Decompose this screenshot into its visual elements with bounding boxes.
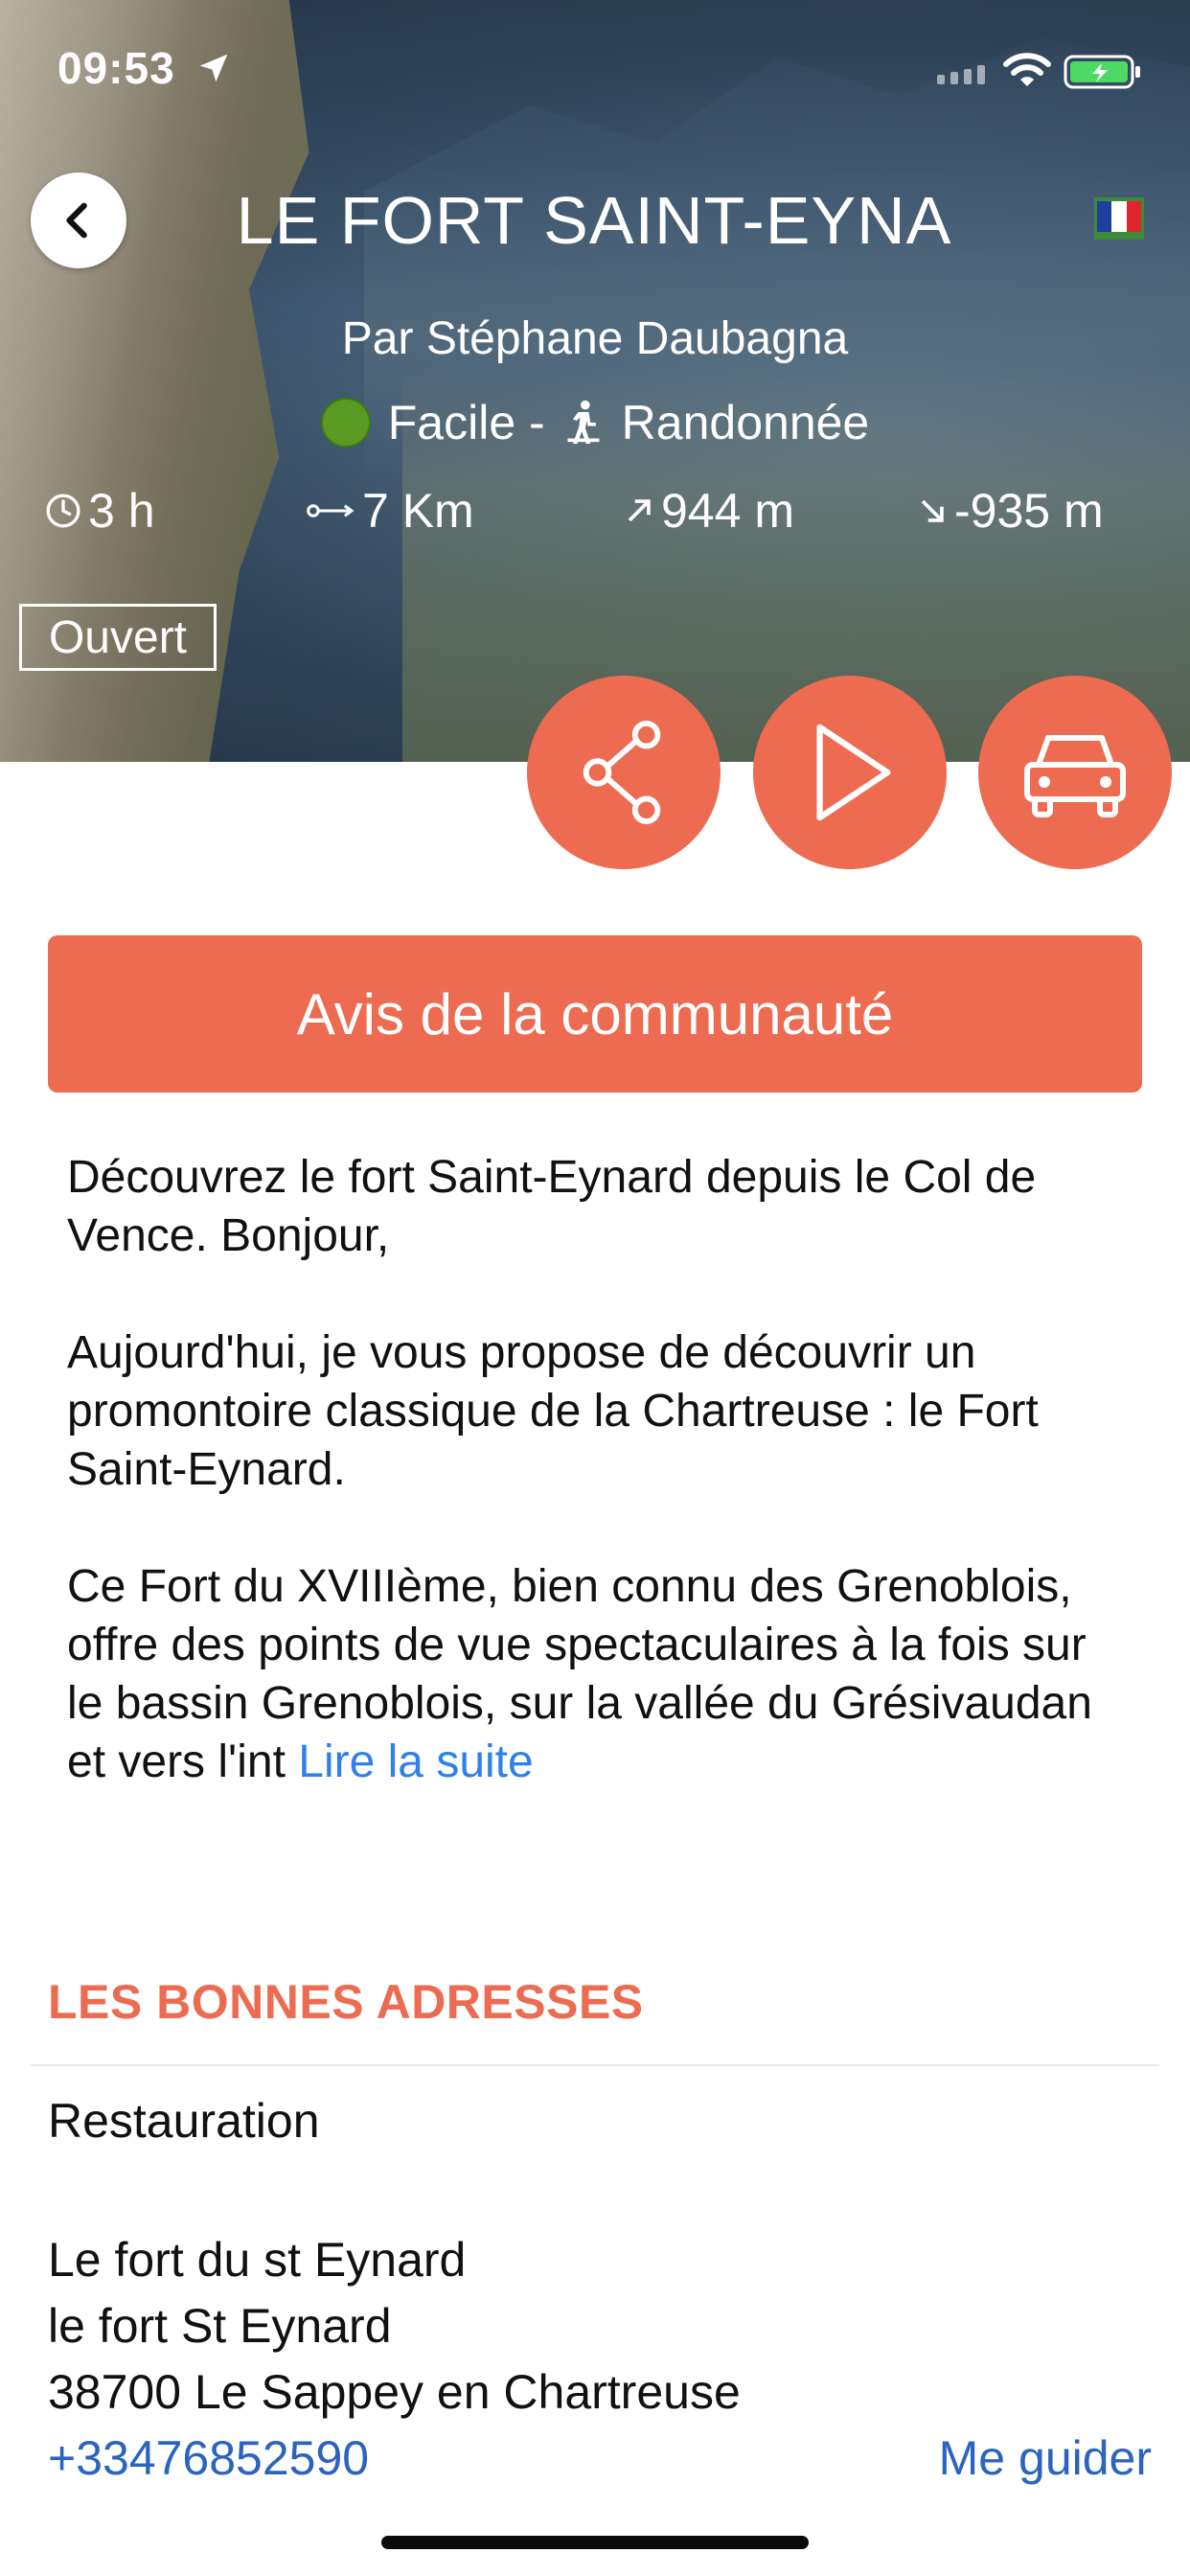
wifi-icon (1003, 53, 1051, 86)
hiker-icon (567, 400, 600, 444)
status-time: 09:53 (57, 43, 175, 93)
distance-stat: 7 Km (307, 483, 474, 539)
descent-arrow-icon (921, 499, 944, 522)
open-status-badge: Ouvert (19, 604, 217, 671)
location-arrow-icon (199, 54, 228, 82)
descent-value: -935 m (954, 484, 1104, 538)
duration-value: 3 h (88, 484, 155, 538)
activity-label: Randonnée (621, 396, 870, 449)
french-flag-icon[interactable] (1094, 197, 1144, 240)
address-block: Le fort du st Eynard le fort St Eynard 3… (48, 2227, 741, 2426)
trail-stats: 3 h 7 Km 944 m -935 m (0, 477, 1190, 544)
read-more-link[interactable]: Lire la suite (298, 1736, 533, 1787)
distance-value: 7 Km (362, 484, 474, 538)
home-indicator[interactable] (381, 2536, 809, 2549)
distance-icon (307, 504, 355, 518)
play-button[interactable] (753, 676, 947, 869)
phone-link[interactable]: +33476852590 (48, 2430, 369, 2486)
back-chevron-icon (66, 202, 87, 239)
difficulty-row: Facile - Randonnée (0, 395, 1190, 450)
ascent-value: 944 m (661, 484, 794, 538)
section-divider (31, 2064, 1159, 2066)
clock-icon (46, 494, 80, 528)
trail-title: LE FORT SAINT-EYNA (236, 183, 952, 258)
descent-stat: -935 m (916, 483, 1104, 539)
community-reviews-button[interactable]: Avis de la communauté (48, 935, 1142, 1092)
share-icon (583, 720, 661, 825)
guide-me-link[interactable]: Me guider (939, 2430, 1152, 2486)
description-paragraph: Découvrez le fort Saint-Eynard depuis le… (67, 1152, 1037, 1261)
difficulty-label: Facile - (387, 396, 545, 449)
trail-author: Par Stéphane Daubagna (341, 313, 849, 364)
place-name: Le fort du st Eynard (48, 2233, 467, 2287)
ascent-arrow-icon (628, 499, 651, 522)
description-paragraph: Aujourd'hui, je vous propose de découvri… (67, 1327, 1039, 1495)
difficulty-dot (320, 398, 371, 448)
back-button[interactable] (31, 172, 126, 268)
address-category: Restauration (48, 2094, 320, 2148)
ascent-stat: 944 m (623, 483, 794, 539)
duration-stat: 3 h (44, 483, 155, 539)
trail-description: Découvrez le fort Saint-Eynard depuis le… (67, 1148, 1121, 1850)
place-city: 38700 Le Sappey en Chartreuse (48, 2365, 741, 2419)
good-addresses-title: LES BONNES ADRESSES (48, 1975, 644, 2029)
battery-icon (1064, 55, 1140, 89)
signal-icon (937, 65, 985, 84)
play-icon (816, 724, 891, 821)
share-button[interactable] (527, 676, 721, 869)
description-paragraph-truncated: Ce Fort du XVIIIème, bien connu des Gren… (67, 1561, 1092, 1787)
car-icon (1024, 735, 1126, 817)
directions-car-button[interactable] (978, 676, 1172, 869)
place-street: le fort St Eynard (48, 2299, 392, 2353)
